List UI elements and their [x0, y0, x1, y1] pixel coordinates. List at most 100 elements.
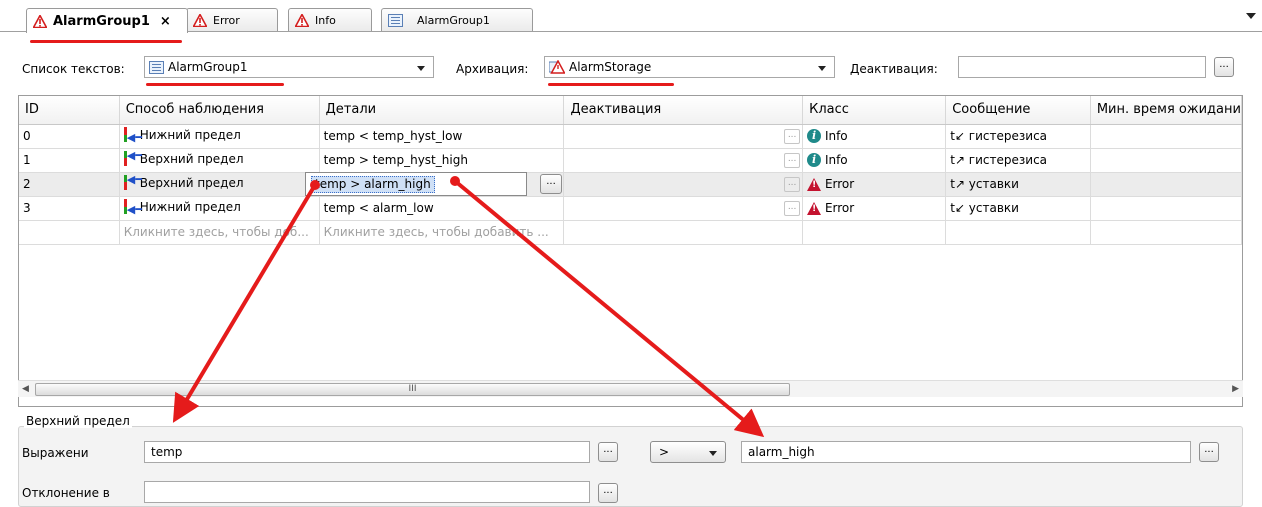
cell-message[interactable]: t↙ гистерезиса [945, 124, 1091, 149]
chevron-down-icon [709, 451, 717, 456]
scroll-right-icon[interactable]: ▶ [1232, 384, 1239, 394]
cell-message[interactable]: t↗ гистерезиса [945, 148, 1091, 173]
details-inline-editor[interactable]: temp > alarm_high [305, 172, 527, 196]
annotation-underline [146, 83, 284, 86]
cell-id[interactable] [19, 220, 120, 245]
chevron-down-icon [818, 66, 826, 71]
tab-alarmgroup1-textlist[interactable]: AlarmGroup1 [381, 8, 533, 32]
cell-id[interactable]: 3 [19, 196, 120, 221]
annotation-underline [30, 40, 182, 43]
table-row[interactable]: 3 ◀━Нижний предел temp < alarm_low ... E… [19, 196, 1242, 221]
deactivation-browse-button[interactable]: ... [1214, 57, 1234, 77]
close-icon[interactable]: × [160, 14, 171, 29]
scroll-left-icon[interactable]: ◀ [22, 384, 29, 394]
deviation-field[interactable] [144, 481, 590, 503]
table-row[interactable]: 1 ◀━ Верхний предел temp > temp_hyst_high… [19, 148, 1242, 173]
deactivation-label: Деактивация: [850, 62, 938, 76]
table-row[interactable]: 0 ◀━ Нижний предел temp < temp_hyst_low .… [19, 124, 1242, 149]
cell-method[interactable]: ◀━ Верхний предел [119, 148, 320, 173]
new-row[interactable]: Кликните здесь, чтобы доб... Кликните зд… [19, 220, 1242, 245]
cell-min-wait[interactable] [1090, 172, 1242, 197]
column-header[interactable]: Класс [802, 96, 947, 125]
cell-browse-button[interactable]: ... [784, 200, 801, 216]
list-icon [149, 60, 164, 74]
cell-message[interactable] [945, 220, 1091, 245]
class-label: Error [824, 177, 855, 191]
cell-id[interactable]: 0 [19, 124, 120, 149]
cell-deactivation[interactable]: ... [563, 148, 804, 173]
warning-icon [193, 14, 207, 27]
cell-min-wait[interactable] [1090, 124, 1242, 149]
column-header[interactable]: ID [19, 96, 120, 125]
cell-method[interactable]: ◀━ Верхний предел [119, 172, 320, 197]
list-icon [388, 14, 403, 27]
cell-browse-button[interactable]: ... [784, 152, 801, 168]
cell-browse-button[interactable]: ... [784, 128, 801, 144]
method-label: Нижний предел [139, 199, 241, 214]
column-header[interactable]: Деактивация [563, 96, 804, 125]
expression-browse-button[interactable]: ... [598, 442, 618, 462]
expression-label: Выражени [22, 446, 89, 460]
cell-class[interactable]: Error [802, 172, 947, 197]
chevron-down-icon[interactable] [1246, 13, 1256, 19]
archive-label: Архивация: [456, 62, 529, 76]
deviation-label: Отклонение в [22, 486, 110, 500]
tab-label: AlarmGroup1 [417, 14, 490, 27]
cell-details[interactable]: temp < temp_hyst_low [319, 124, 565, 149]
cell-min-wait[interactable] [1090, 196, 1242, 221]
warning-icon [33, 14, 47, 28]
info-icon: i [807, 153, 822, 168]
info-icon: i [807, 129, 822, 144]
tab-error[interactable]: Error [186, 8, 278, 32]
cell-details[interactable]: temp > temp_hyst_high [319, 148, 565, 173]
horizontal-scrollbar[interactable]: ◀ III ▶ [18, 380, 1243, 397]
limit-field[interactable]: alarm_high [741, 441, 1191, 463]
expression-field[interactable]: temp [144, 441, 590, 463]
tab-alarmgroup1-editor[interactable]: AlarmGroup1 × [26, 8, 188, 33]
cell-min-wait[interactable] [1090, 148, 1242, 173]
cell-details[interactable]: temp < alarm_low [319, 196, 565, 221]
cell-class[interactable]: Error [802, 196, 947, 221]
cell-deactivation[interactable] [563, 220, 804, 245]
column-header[interactable]: Мин. время ожидани [1090, 96, 1242, 125]
table-row-selected[interactable]: 2 ◀━Верхний предел ... Error t↗ уставки [19, 172, 1242, 197]
deactivation-field[interactable] [958, 56, 1206, 78]
error-icon [807, 202, 822, 215]
archive-value: AlarmStorage [569, 60, 652, 74]
editor-selected-text[interactable]: temp > alarm_high [311, 176, 435, 193]
operator-value: > [659, 445, 670, 459]
cell-class[interactable] [802, 220, 947, 245]
archive-select[interactable]: AlarmStorage [544, 56, 835, 78]
column-header[interactable]: Детали [319, 96, 565, 125]
limit-browse-button[interactable]: ... [1199, 442, 1219, 462]
operator-select[interactable]: > [650, 441, 726, 463]
cell-id[interactable]: 2 [19, 172, 120, 197]
new-row-method-placeholder[interactable]: Кликните здесь, чтобы доб... [119, 220, 320, 245]
scrollbar-thumb[interactable]: III [35, 383, 790, 396]
cell-min-wait[interactable] [1090, 220, 1242, 245]
editor-browse-button[interactable]: ... [540, 174, 562, 194]
upper-limit-icon: ◀━ [123, 150, 142, 166]
cell-id[interactable]: 1 [19, 148, 120, 173]
cell-method[interactable]: ◀━ Нижний предел [119, 124, 320, 149]
warning-icon [295, 14, 309, 27]
deviation-browse-button[interactable]: ... [598, 483, 618, 503]
cell-message[interactable]: t↗ уставки [945, 172, 1091, 197]
tab-info[interactable]: Info [288, 8, 372, 32]
cell-deactivation[interactable]: ... [563, 172, 804, 197]
cell-browse-button[interactable]: ... [784, 176, 801, 192]
cell-deactivation[interactable]: ... [563, 196, 804, 221]
cell-class[interactable]: i Info [802, 124, 947, 149]
cell-message[interactable]: t↙ уставки [945, 196, 1091, 221]
cell-method[interactable]: ◀━ Нижний предел [119, 196, 320, 221]
alarm-table: ID Способ наблюдения Детали Деактивация … [18, 95, 1243, 407]
column-header[interactable]: Способ наблюдения [119, 96, 320, 125]
tab-divider [0, 31, 1262, 32]
new-row-details-placeholder[interactable]: Кликните здесь, чтобы добавить ... [319, 220, 565, 245]
text-list-select[interactable]: AlarmGroup1 [144, 56, 434, 78]
column-header[interactable]: Сообщение [945, 96, 1091, 125]
cell-class[interactable]: i Info [802, 148, 947, 173]
tab-label: Error [213, 14, 240, 27]
table-header: ID Способ наблюдения Детали Деактивация … [19, 96, 1242, 125]
cell-deactivation[interactable]: ... [563, 124, 804, 149]
